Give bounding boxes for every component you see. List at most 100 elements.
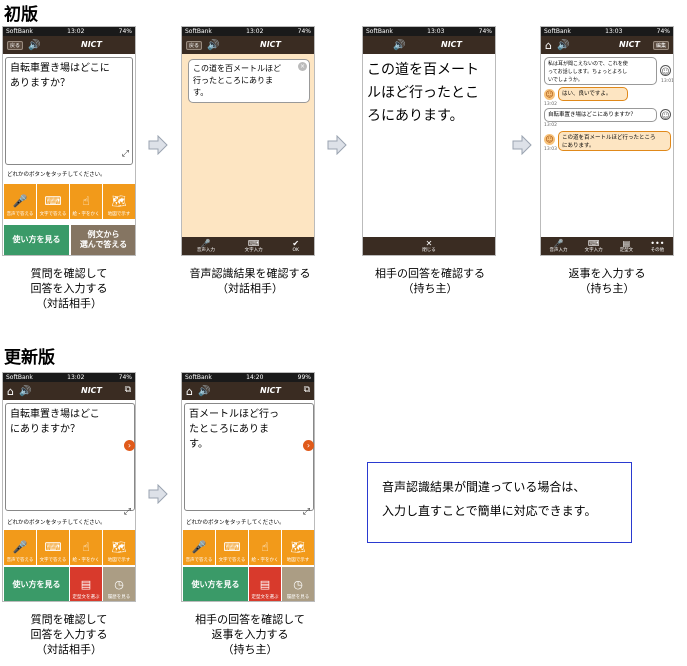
text-input-button[interactable]: ⌨ 文字入力 <box>585 239 603 254</box>
time-label: 13:03 <box>427 28 445 35</box>
close-button[interactable]: ✕ 閉じる <box>422 239 436 254</box>
clear-icon[interactable]: × <box>298 62 307 71</box>
clock-icon: ◷ <box>293 578 303 591</box>
edit-button[interactable]: 編集 <box>652 41 669 50</box>
carrier-label: SoftBank <box>544 28 571 35</box>
howto-button[interactable]: 使い方を見る <box>4 225 69 255</box>
chat-message-owner: 私は耳が聞こえないので、これを使 ってお話しします。ちょっとよろし いでしょうか… <box>544 57 657 85</box>
speaker-icon[interactable]: 🔊 <box>557 40 569 51</box>
map-button[interactable]: 🗺 地図で示す <box>282 530 314 565</box>
text-answer-button[interactable]: ⌨ 文字で答える <box>37 184 69 219</box>
hand-pointer-icon: ☝ <box>261 540 269 554</box>
battery-label: 74% <box>478 28 492 35</box>
more-button[interactable]: ••• その他 <box>650 239 664 254</box>
expand-icon[interactable]: ⤢ <box>124 505 131 520</box>
question-line: ありますか？ <box>10 78 70 89</box>
chat-message-partner: この道を百メートルほど行ったところ にあります。 <box>558 131 671 151</box>
text-input-button[interactable]: ⌨ 文字入力 <box>245 239 263 254</box>
carrier-label: SoftBank <box>185 374 212 381</box>
keyboard-icon: ⌨ <box>247 238 260 248</box>
hand-pointer-icon: ☝ <box>82 194 90 208</box>
answer-display: 百メートルほど行っ たところにありま す。 › ⤢ <box>184 403 314 517</box>
document-icon: ▤ <box>259 578 271 591</box>
microphone-icon: 🎤 <box>12 540 28 554</box>
touch-prompt: どれかのボタンをタッチしてください。 <box>7 172 106 178</box>
chevron-right-icon[interactable]: › <box>124 440 135 451</box>
question-display: 自転車置き場はどこ にありますか？ › ⤢ <box>5 403 135 517</box>
text-answer-button[interactable]: ⌨ 文字で答える <box>216 530 248 565</box>
nav-bar: 戻る 🔊 NICT <box>3 36 135 54</box>
nict-logo: NICT <box>441 40 462 49</box>
template-button[interactable]: ▤ 定型文 <box>620 239 634 254</box>
handwrite-button[interactable]: ☝ 絵・字をかく <box>70 184 102 219</box>
nav-bar: 戻る 🔊 NICT <box>182 36 314 54</box>
owner-face-icon: ☺ <box>660 109 671 120</box>
status-bar: SoftBank 13:03 74% <box>541 27 673 36</box>
bottom-toolbar: 🎤 音声入力 ⌨ 文字入力 ✔ OK <box>182 237 314 255</box>
flow-arrow-icon <box>148 135 168 155</box>
howto-button[interactable]: 使い方を見る <box>183 567 248 601</box>
home-icon[interactable]: ⌂ <box>7 385 14 398</box>
message-time: 13:01 <box>661 79 674 84</box>
history-button[interactable]: ◷ 履歴を見る <box>103 567 135 601</box>
rotate-icon[interactable]: ⧉ <box>304 385 310 395</box>
extra-buttons: ▤ 定型文を選ぶ ◷ 履歴を見る <box>70 567 135 601</box>
battery-label: 74% <box>118 28 132 35</box>
expand-icon[interactable]: ⤢ <box>303 505 310 520</box>
speaker-icon[interactable]: 🔊 <box>207 40 219 51</box>
ok-button[interactable]: ✔ OK <box>292 239 299 254</box>
bottom-toolbar: ✕ 閉じる <box>363 237 495 255</box>
home-icon[interactable]: ⌂ <box>545 39 552 52</box>
handwrite-button[interactable]: ☝ 絵・字をかく <box>70 530 102 565</box>
time-label: 13:02 <box>246 28 264 35</box>
phone-screen-answer-updated: SoftBank 14:20 99% ⌂ 🔊 NICT ⧉ 百メートルほど行っ … <box>181 372 315 602</box>
bottom-toolbar: 🎤 音声入力 ⌨ 文字入力 ▤ 定型文 ••• その他 <box>541 237 673 255</box>
template-select-button[interactable]: ▤ 定型文を選ぶ <box>70 567 102 601</box>
document-icon: ▤ <box>80 578 92 591</box>
status-bar: SoftBank 14:20 99% <box>182 373 314 382</box>
speaker-icon[interactable]: 🔊 <box>28 40 40 51</box>
voice-answer-button[interactable]: 🎤 音声で答える <box>4 184 36 219</box>
rotate-icon[interactable]: ⧉ <box>125 385 131 395</box>
history-button[interactable]: ◷ 履歴を見る <box>282 567 314 601</box>
phone-screen-question-original: SoftBank 13:02 74% 戻る 🔊 NICT 自転車置き場はどこに … <box>2 26 136 256</box>
speaker-icon[interactable]: 🔊 <box>19 386 31 397</box>
time-label: 13:02 <box>67 28 85 35</box>
back-button[interactable]: 戻る <box>7 40 24 50</box>
handwrite-button[interactable]: ☝ 絵・字をかく <box>249 530 281 565</box>
section-title-updated: 更新版 <box>4 348 55 368</box>
voice-answer-button[interactable]: 🎤 音声で答える <box>4 530 36 565</box>
message-time: 13:02 <box>544 123 557 128</box>
microphone-icon: 🎤 <box>200 238 211 248</box>
speaker-icon[interactable]: 🔊 <box>198 386 210 397</box>
caption-step-4: 返事を入力する （持ち主） <box>568 267 646 295</box>
caption-step-2: 音声認識結果を確認する （対話相手） <box>189 267 311 295</box>
speaker-icon[interactable]: 🔊 <box>393 40 405 51</box>
voice-input-button[interactable]: 🎤 音声入力 <box>550 239 568 254</box>
touch-prompt: どれかのボタンをタッチしてください。 <box>186 520 285 526</box>
status-bar: SoftBank 13:02 74% <box>182 27 314 36</box>
expand-icon[interactable]: ⤢ <box>122 147 129 162</box>
map-button[interactable]: 🗺 地図で示す <box>103 184 135 219</box>
question-line: 自転車置き場はどこに <box>10 63 110 74</box>
note-line: 音声認識結果が間違っている場合は、 <box>382 480 586 494</box>
time-label: 13:02 <box>67 374 85 381</box>
answer-display: この道を百メート ルほど行ったとこ ろにあります。 <box>367 62 479 124</box>
battery-label: 74% <box>297 28 311 35</box>
close-icon: ✕ <box>425 238 433 248</box>
example-answer-button[interactable]: 例文から 選んで答える <box>71 225 135 255</box>
nav-bar: ⌂ 🔊 NICT 編集 <box>541 36 673 54</box>
flow-arrow-icon <box>512 135 532 155</box>
back-button[interactable]: 戻る <box>186 40 203 50</box>
phone-screen-question-updated: SoftBank 13:02 74% ⌂ 🔊 NICT ⧉ 自転車置き場はどこ … <box>2 372 136 602</box>
text-answer-button[interactable]: ⌨ 文字で答える <box>37 530 69 565</box>
chevron-right-icon[interactable]: › <box>303 440 314 451</box>
howto-button[interactable]: 使い方を見る <box>4 567 69 601</box>
home-icon[interactable]: ⌂ <box>186 385 193 398</box>
carrier-label: SoftBank <box>6 28 33 35</box>
map-button[interactable]: 🗺 地図で示す <box>103 530 135 565</box>
template-select-button[interactable]: ▤ 定型文を選ぶ <box>249 567 281 601</box>
voice-answer-button[interactable]: 🎤 音声で答える <box>183 530 215 565</box>
voice-input-button[interactable]: 🎤 音声入力 <box>197 239 215 254</box>
chat-message-owner: 自転車置き場はどこにありますか？ <box>544 108 657 122</box>
